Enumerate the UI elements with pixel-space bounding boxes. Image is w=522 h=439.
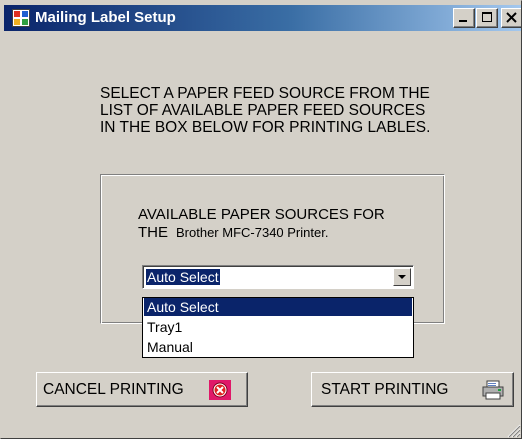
paper-source-option-manual[interactable]: Manual [144, 338, 412, 356]
minimize-icon [459, 20, 467, 22]
application-icon [12, 9, 30, 27]
dropdown-arrow-button[interactable] [393, 268, 411, 286]
minimize-button[interactable] [453, 8, 475, 28]
chevron-down-icon [398, 275, 406, 279]
paper-source-option-auto-select[interactable]: Auto Select [144, 298, 412, 316]
paper-source-selected-value: Auto Select [146, 269, 220, 285]
printer-name: Brother MFC-7340 Printer. [176, 225, 329, 240]
title-bar[interactable]: Mailing Label Setup [4, 5, 521, 31]
cancel-icon [209, 380, 231, 400]
cancel-printing-button[interactable]: CANCEL PRINTING [36, 372, 248, 407]
cancel-printing-label: CANCEL PRINTING [43, 381, 184, 398]
window-title: Mailing Label Setup [35, 9, 176, 26]
paper-source-option-tray1[interactable]: Tray1 [144, 318, 412, 336]
instruction-text: SELECT A PAPER FEED SOURCE FROM THE LIST… [100, 85, 431, 136]
resize-grip[interactable] [505, 422, 521, 438]
close-button[interactable] [501, 8, 521, 28]
printer-heading-prefix: THE [138, 224, 168, 241]
paper-source-options-list: Auto Select Tray1 Manual [142, 297, 414, 358]
printer-icon [482, 380, 504, 400]
available-sources-heading: AVAILABLE PAPER SOURCES FOR [138, 206, 385, 223]
maximize-icon [482, 12, 492, 22]
maximize-button[interactable] [476, 8, 498, 28]
printer-heading: THE Brother MFC-7340 Printer. [138, 225, 328, 241]
start-printing-label: START PRINTING [321, 381, 449, 398]
start-printing-button[interactable]: START PRINTING [311, 372, 514, 407]
paper-source-dropdown[interactable]: Auto Select [142, 265, 414, 289]
mailing-label-setup-window: Mailing Label Setup SELECT A PAPER FEED … [0, 0, 522, 439]
close-icon [506, 12, 517, 23]
